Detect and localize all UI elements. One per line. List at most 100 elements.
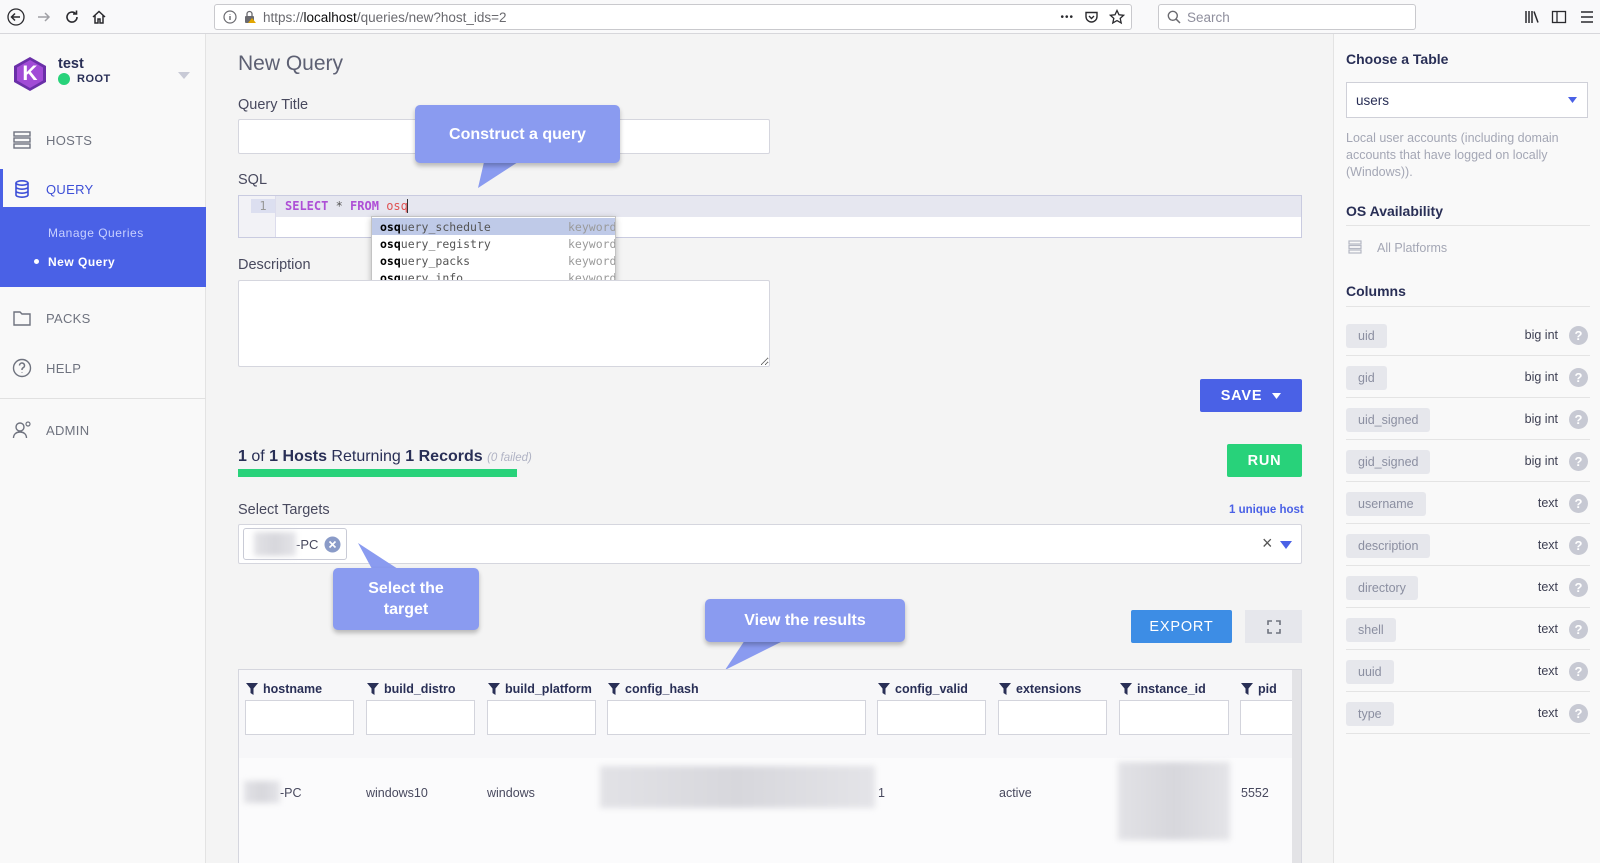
bookmark-star-icon[interactable]	[1109, 9, 1125, 25]
column-row: uuid text?	[1346, 650, 1590, 692]
filter-icon	[999, 683, 1011, 695]
column-name-chip: type	[1346, 702, 1394, 726]
sidebar-item-hosts[interactable]: HOSTS	[0, 120, 206, 160]
pocket-icon[interactable]	[1084, 10, 1099, 25]
redacted-hostname	[244, 781, 280, 803]
sidebar-item-admin[interactable]: ADMIN	[0, 410, 206, 450]
help-circle-icon[interactable]: ?	[1569, 326, 1588, 345]
help-circle-icon[interactable]: ?	[1569, 536, 1588, 555]
column-name-chip: uid_signed	[1346, 408, 1431, 432]
column-row: username text?	[1346, 482, 1590, 524]
sidebar-item-label: QUERY	[46, 181, 94, 197]
help-circle-icon[interactable]: ?	[1569, 368, 1588, 387]
fullscreen-button[interactable]	[1245, 610, 1302, 643]
filter-input-pid[interactable]	[1240, 700, 1292, 735]
column-name-chip: gid_signed	[1346, 450, 1431, 474]
autocomplete-item[interactable]: osquery_schedule keyword	[372, 218, 615, 235]
help-circle-icon[interactable]: ?	[1569, 620, 1588, 639]
os-availability-label: OS Availability	[1346, 203, 1443, 219]
info-icon[interactable]	[223, 10, 237, 24]
column-row: gid_signed big int?	[1346, 440, 1590, 482]
autocomplete-item[interactable]: osquery_packs keyword	[372, 252, 615, 269]
subnav-bullet	[34, 259, 39, 264]
clear-targets-icon[interactable]: ×	[1262, 533, 1273, 554]
sql-code-line[interactable]: SELECT * FROM osq	[285, 199, 408, 213]
query-title-label: Query Title	[238, 97, 309, 113]
subnav-manage-queries[interactable]: Manage Queries	[48, 226, 144, 240]
description-textarea[interactable]	[238, 280, 770, 367]
callout-construct-query: Construct a query	[415, 105, 620, 163]
column-name-chip: description	[1346, 534, 1431, 558]
browser-search-input[interactable]: Search	[1158, 4, 1416, 30]
help-circle-icon[interactable]: ?	[1569, 662, 1588, 681]
column-header-hostname[interactable]: hostname	[246, 682, 322, 696]
column-row: uid big int?	[1346, 314, 1590, 356]
autocomplete-item[interactable]: osquery_registry keyword	[372, 235, 615, 252]
filter-input-instance-id[interactable]	[1119, 700, 1229, 735]
sidebar-item-help[interactable]: HELP	[0, 348, 206, 388]
filter-input-hostname[interactable]	[245, 700, 354, 735]
column-header-config-hash[interactable]: config_hash	[608, 682, 699, 696]
column-header-build-platform[interactable]: build_platform	[488, 682, 592, 696]
save-label: SAVE	[1220, 387, 1263, 404]
remove-target-icon[interactable]	[324, 536, 341, 553]
help-circle-icon[interactable]: ?	[1569, 494, 1588, 513]
filter-input-extensions[interactable]	[998, 700, 1107, 735]
column-header-extensions[interactable]: extensions	[999, 682, 1081, 696]
caret-down-icon	[1272, 392, 1282, 399]
filter-input-build-platform[interactable]	[487, 700, 596, 735]
home-icon[interactable]	[87, 5, 111, 29]
filter-input-build-distro[interactable]	[366, 700, 475, 735]
avatar[interactable]: K	[12, 56, 48, 92]
column-name-chip: directory	[1346, 576, 1418, 600]
sidebar-item-packs[interactable]: PACKS	[0, 298, 206, 338]
column-row: description text?	[1346, 524, 1590, 566]
column-header-instance-id[interactable]: instance_id	[1120, 682, 1206, 696]
status-dot	[58, 73, 70, 85]
question-circle-icon	[12, 358, 32, 378]
help-circle-icon[interactable]: ?	[1569, 410, 1588, 429]
menu-icon[interactable]	[1580, 9, 1594, 25]
address-bar[interactable]: https://localhost/queries/new?host_ids=2…	[214, 4, 1132, 30]
help-circle-icon[interactable]: ?	[1569, 452, 1588, 471]
cell-hostname: -PC	[280, 786, 302, 800]
callout-pointer	[725, 640, 785, 670]
back-icon[interactable]	[4, 5, 28, 29]
targets-chevron-down-icon[interactable]	[1280, 541, 1292, 549]
table-scrollbar[interactable]	[1292, 670, 1301, 863]
active-line	[276, 196, 1301, 217]
table-select[interactable]: users	[1346, 82, 1588, 118]
insecure-lock-icon[interactable]	[243, 10, 257, 24]
column-name-chip: username	[1346, 492, 1426, 516]
help-circle-icon[interactable]: ?	[1569, 704, 1588, 723]
subnav-new-query[interactable]: New Query	[48, 255, 115, 269]
column-row: directory text?	[1346, 566, 1590, 608]
column-name-chip: gid	[1346, 366, 1387, 390]
filter-input-config-hash[interactable]	[607, 700, 866, 735]
export-button[interactable]: EXPORT	[1131, 610, 1232, 643]
column-header-pid[interactable]: pid	[1241, 682, 1277, 696]
column-type: text	[1537, 706, 1558, 720]
target-chip[interactable]: -PC	[243, 528, 347, 560]
table-select-chevron-down-icon	[1568, 97, 1577, 103]
selected-table-value: users	[1356, 92, 1390, 108]
forward-icon[interactable]	[32, 5, 56, 29]
save-button[interactable]: SAVE	[1200, 379, 1302, 412]
avatar-letter: K	[22, 62, 38, 85]
unique-host-count[interactable]: 1 unique host	[1229, 504, 1304, 516]
reload-icon[interactable]	[60, 5, 84, 29]
callout-select-target: Select the target	[333, 568, 479, 630]
filter-input-config-valid[interactable]	[877, 700, 986, 735]
page-actions-icon[interactable]: •••	[1060, 12, 1074, 23]
divider	[1346, 306, 1590, 307]
help-circle-icon[interactable]: ?	[1569, 578, 1588, 597]
column-header-config-valid[interactable]: config_valid	[878, 682, 968, 696]
sidebar-item-label: PACKS	[46, 310, 91, 326]
sidebar-toggle-icon[interactable]	[1551, 9, 1567, 25]
user-menu-chevron-down-icon[interactable]	[178, 72, 190, 80]
column-type: text	[1537, 580, 1558, 594]
sidebar-item-query[interactable]: QUERY	[0, 169, 206, 209]
column-header-build-distro[interactable]: build_distro	[367, 682, 456, 696]
library-icon[interactable]	[1524, 9, 1540, 25]
run-button[interactable]: RUN	[1227, 444, 1302, 477]
